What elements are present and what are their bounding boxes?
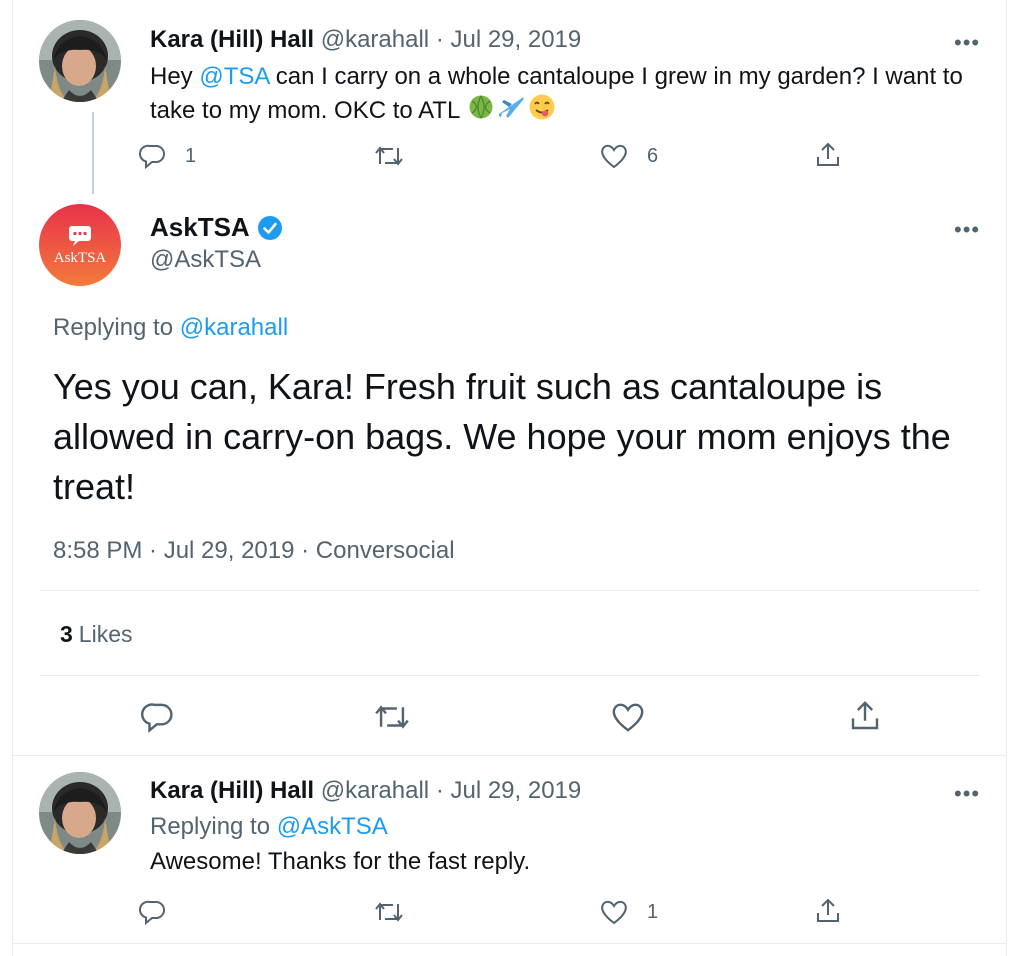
tweet3-replying-handle-link[interactable]: @AskTSA <box>277 813 388 840</box>
share-icon <box>817 898 839 922</box>
tweet1-retweet-button[interactable] <box>373 142 405 170</box>
tweet3-handle[interactable]: @karahall <box>321 777 429 804</box>
share-icon <box>851 701 879 730</box>
timeline-frame: Kara (Hill) Hall @karahall · Jul 29, 201… <box>12 0 1007 956</box>
main-retweet-button[interactable] <box>372 700 412 734</box>
divider <box>40 590 980 591</box>
asktsa-avatar-label: AskTSA <box>53 250 107 266</box>
main-replying-handle-link[interactable]: @karahall <box>180 314 288 341</box>
tweet3-share-button[interactable] <box>813 896 843 926</box>
main-reply-button[interactable] <box>141 700 175 734</box>
retweet-icon <box>375 705 409 729</box>
tweet1-text: Hey @TSA can I carry on a whole cantalou… <box>150 60 1000 130</box>
tweet1-more-icon[interactable]: ••• <box>954 32 980 54</box>
reply-icon <box>139 900 165 926</box>
tweet1-date[interactable]: · Jul 29, 2019 <box>436 26 581 53</box>
retweet-icon <box>375 146 403 166</box>
tweet1-like-count: 6 <box>647 144 659 167</box>
tweet1-like-button[interactable]: 6 <box>599 142 658 170</box>
retweet-icon <box>375 902 403 922</box>
tweet3-retweet-button[interactable] <box>373 898 405 926</box>
tweet1-text-prefix: Hey <box>150 63 200 90</box>
asktsa-avatar[interactable]: AskTSA <box>39 204 121 286</box>
kara-avatar[interactable] <box>39 20 121 102</box>
tweet3-date[interactable]: · Jul 29, 2019 <box>436 777 581 804</box>
melon-emoji-icon <box>468 94 494 129</box>
tweet1-reply-button[interactable]: 1 <box>139 142 196 170</box>
tweet1-handle[interactable]: @karahall <box>321 26 429 53</box>
divider <box>40 675 980 676</box>
tweet1-text-main: can I carry on a whole cantaloupe I grew… <box>150 63 963 124</box>
main-tweet-text: Yes you can, Kara! Fresh fruit such as c… <box>53 366 951 507</box>
reply-icon <box>139 144 165 170</box>
tweet3-replying-prefix: Replying to <box>150 813 277 840</box>
main-like-button[interactable] <box>610 700 646 734</box>
main-tweet-likes-count: 3 <box>60 621 73 647</box>
heart-icon <box>612 703 644 732</box>
tweet1-display-name[interactable]: Kara (Hill) Hall <box>150 26 314 53</box>
tweet1-mention-link[interactable]: @TSA <box>199 63 269 90</box>
main-share-button[interactable] <box>847 698 883 734</box>
divider <box>13 755 1006 756</box>
face-savoring-food-emoji-icon <box>528 93 556 130</box>
tweet1-header: Kara (Hill) Hall @karahall · Jul 29, 201… <box>150 26 581 54</box>
main-tweet-display-name-row: AskTSA <box>150 212 284 243</box>
tweet3-like-count: 1 <box>647 900 659 923</box>
tweet3-text: Awesome! Thanks for the fast reply. <box>150 848 531 875</box>
verified-badge-icon <box>257 215 282 240</box>
main-tweet-timestamp[interactable]: 8:58 PM · Jul 29, 2019 · Conversocial <box>53 537 455 565</box>
main-tweet-replying-to: Replying to @karahall <box>53 314 288 342</box>
heart-icon <box>601 900 627 925</box>
main-replying-prefix: Replying to <box>53 314 180 341</box>
share-icon <box>817 142 839 166</box>
tweet3-like-button[interactable]: 1 <box>599 898 658 926</box>
divider <box>13 943 1006 944</box>
heart-icon <box>601 144 627 169</box>
main-tweet-display-name[interactable]: AskTSA <box>150 212 250 243</box>
tweet1-share-button[interactable] <box>813 140 843 170</box>
tweet3-header: Kara (Hill) Hall @karahall · Jul 29, 201… <box>150 777 581 805</box>
reply-icon <box>141 703 173 733</box>
main-tweet-likes-label: Likes <box>78 621 133 647</box>
tweet3-replying-to: Replying to @AskTSA <box>150 813 388 841</box>
tweet3-display-name[interactable]: Kara (Hill) Hall <box>150 777 314 804</box>
airplane-emoji-icon <box>496 94 526 129</box>
tweet3-more-icon[interactable]: ••• <box>954 783 980 805</box>
main-tweet-handle[interactable]: @AskTSA <box>150 246 261 274</box>
main-tweet-more-icon[interactable]: ••• <box>954 219 980 241</box>
kara-avatar[interactable] <box>39 772 121 854</box>
tweet3-reply-button[interactable] <box>139 898 167 926</box>
tweet1-reply-count: 1 <box>185 144 197 167</box>
main-tweet-likes-stat[interactable]: 3 Likes <box>60 621 133 648</box>
thread-connector <box>92 112 94 194</box>
